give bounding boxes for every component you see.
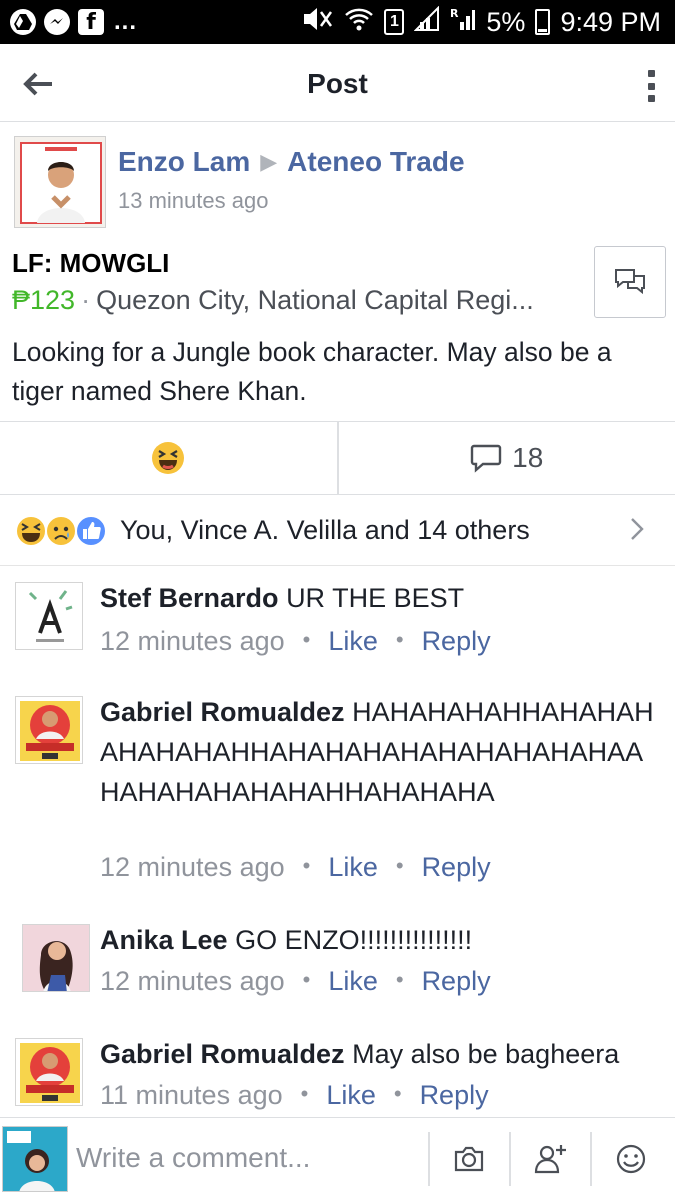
sim-slot-badge: 1: [384, 9, 405, 35]
commenter-name[interactable]: Gabriel Romualdez: [100, 697, 345, 727]
post-body-text: Looking for a Jungle book character. May…: [12, 337, 612, 406]
reactions-summary-text: You, Vince A. Velilla and 14 others: [120, 515, 530, 545]
comment-time[interactable]: 12 minutes ago: [100, 626, 285, 656]
react-button[interactable]: [0, 422, 337, 494]
reactions-summary[interactable]: You, Vince A. Velilla and 14 others: [0, 496, 675, 566]
comment-button[interactable]: 18: [336, 422, 675, 494]
sad-reaction-icon: [45, 514, 77, 547]
drive-icon: [10, 9, 36, 35]
sticker-button[interactable]: [606, 1134, 656, 1184]
photo-button[interactable]: [444, 1134, 494, 1184]
like-link[interactable]: Like: [326, 1080, 376, 1110]
add-person-icon: [534, 1145, 566, 1174]
author-avatar[interactable]: [14, 136, 106, 228]
comment-text: GO ENZO!!!!!!!!!!!!!!!: [235, 925, 473, 955]
divider: [590, 1132, 592, 1186]
haha-reaction-icon: [15, 514, 47, 547]
camera-icon: [454, 1146, 484, 1172]
divider: [509, 1132, 511, 1186]
separator-dot: •: [395, 853, 404, 878]
reply-link[interactable]: Reply: [422, 626, 491, 656]
separator-dot: •: [393, 1081, 402, 1106]
message-seller-button[interactable]: [594, 246, 666, 318]
separator-dot: •: [395, 967, 404, 992]
haha-reaction-icon: [152, 442, 185, 474]
svg-text:R: R: [450, 7, 459, 20]
comment-text: UR THE BEST: [286, 583, 465, 613]
comment-icon: [470, 444, 502, 473]
message-bubbles-icon: [615, 269, 645, 295]
reply-link[interactable]: Reply: [422, 966, 491, 996]
app-toolbar: Post: [0, 44, 675, 122]
more-dot-icon: [647, 82, 655, 90]
comment-meta: 12 minutes ago • Like • Reply: [100, 626, 491, 657]
comment-time[interactable]: 12 minutes ago: [100, 852, 285, 882]
right-triangle-icon: ▶: [260, 149, 278, 174]
smiley-icon: [616, 1144, 646, 1174]
comment-meta: 12 minutes ago • Like • Reply: [100, 966, 491, 997]
commenter-avatar[interactable]: [15, 1038, 83, 1106]
commenter-avatar[interactable]: [22, 924, 90, 992]
page-title: Post: [307, 68, 368, 99]
item-price-location: ₱123 · Quezon City, National Capital Regi.…: [12, 285, 592, 316]
separator-dot: •: [302, 627, 311, 652]
messenger-icon: [44, 9, 70, 35]
comment-body: Stef Bernardo UR THE BEST: [100, 578, 660, 618]
comment-body: Gabriel Romualdez May also be bagheera: [100, 1034, 660, 1074]
commenter-avatar[interactable]: [15, 582, 83, 650]
clock: 9:49 PM: [560, 6, 661, 37]
like-reaction-icon: [75, 514, 107, 547]
status-bar: f ... 1 R 5% 9:49 PM: [0, 0, 675, 44]
comment-text: May also be bagheera: [352, 1039, 620, 1069]
post-action-bar: 18: [0, 421, 675, 495]
separator-dot: •: [302, 967, 311, 992]
mute-icon: [300, 6, 334, 39]
comment-time[interactable]: 11 minutes ago: [100, 1080, 283, 1110]
battery-text: 5%: [486, 6, 526, 37]
separator-dot: •: [395, 627, 404, 652]
notifications-more: ...: [114, 8, 138, 35]
signal-icon: [413, 5, 440, 39]
post-author-line: Enzo Lam ▶ Ateneo Trade: [118, 146, 465, 178]
divider: [428, 1132, 430, 1186]
group-name-link[interactable]: Ateneo Trade: [287, 146, 464, 177]
roaming-signal-icon: R: [450, 6, 476, 39]
item-price: ₱123: [12, 285, 76, 315]
commenter-name[interactable]: Gabriel Romualdez: [100, 1039, 345, 1069]
comment-body: Gabriel Romualdez HAHAHAHAHHAHAHAHAHAHAH…: [100, 692, 660, 812]
separator-dot: •: [302, 853, 311, 878]
commenter-avatar[interactable]: [15, 696, 83, 764]
more-dot-icon: [647, 70, 655, 77]
separator-dot: ·: [81, 285, 91, 315]
comment-meta: 12 minutes ago • Like • Reply: [100, 852, 491, 883]
comment-meta: 11 minutes ago • Like • Reply: [100, 1080, 489, 1111]
item-title: LF: MOWGLI: [12, 248, 170, 278]
comment-body: Anika Lee GO ENZO!!!!!!!!!!!!!!!: [100, 920, 660, 960]
more-options-button[interactable]: [641, 70, 661, 102]
reaction-icons-group: [14, 514, 107, 548]
chevron-right-icon: [631, 518, 644, 540]
reply-link[interactable]: Reply: [420, 1080, 489, 1110]
separator-dot: •: [300, 1081, 309, 1106]
like-link[interactable]: Like: [328, 852, 378, 882]
commenter-name[interactable]: Stef Bernardo: [100, 583, 279, 613]
comment-composer: Write a comment...: [0, 1117, 675, 1200]
comment-input[interactable]: Write a comment...: [76, 1142, 310, 1174]
comment-time[interactable]: 12 minutes ago: [100, 966, 285, 996]
like-link[interactable]: Like: [328, 626, 378, 656]
reply-link[interactable]: Reply: [422, 852, 491, 882]
commenter-name[interactable]: Anika Lee: [100, 925, 228, 955]
battery-icon: [535, 9, 551, 35]
item-location: Quezon City, National Capital Regi...: [96, 285, 534, 315]
like-link[interactable]: Like: [328, 966, 378, 996]
author-name-link[interactable]: Enzo Lam: [118, 146, 250, 177]
tag-friend-button[interactable]: [526, 1134, 576, 1184]
my-avatar: [2, 1126, 68, 1192]
post-timestamp[interactable]: 13 minutes ago: [118, 188, 268, 214]
more-dot-icon: [647, 95, 655, 102]
wifi-icon: [344, 6, 374, 39]
comment-count: 18: [512, 442, 544, 473]
facebook-icon: f: [78, 9, 104, 35]
